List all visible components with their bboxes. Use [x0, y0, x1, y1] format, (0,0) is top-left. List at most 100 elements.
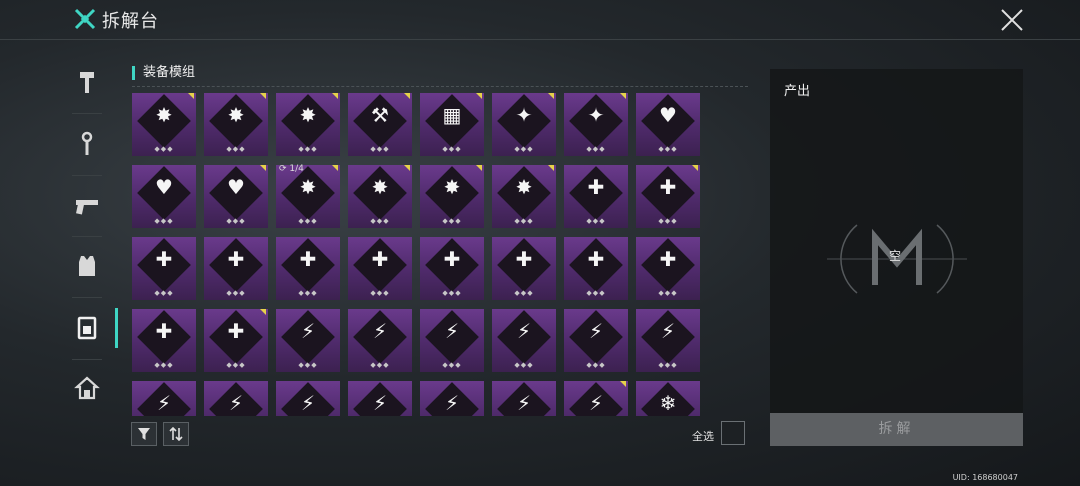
sort-button[interactable]: [163, 422, 189, 446]
filter-button[interactable]: [131, 422, 157, 446]
rank-dots: ◆◆◆: [226, 217, 246, 225]
module-slot[interactable]: ✚ ◆◆◆: [636, 165, 700, 228]
module-icon: ✸: [371, 175, 389, 199]
new-flag-icon: [188, 93, 194, 99]
empty-label: 空: [889, 249, 902, 263]
module-slot[interactable]: ✚ ◆◆◆: [564, 165, 628, 228]
module-slot[interactable]: ⚡ ◆◆◆: [564, 309, 628, 372]
module-slot[interactable]: ✸ ◆◆◆: [348, 165, 412, 228]
module-slot[interactable]: ♥ ◆◆◆: [636, 93, 700, 156]
module-slot[interactable]: ♥ ◆◆◆: [132, 165, 196, 228]
module-slot[interactable]: ⚡◆◆◆: [420, 381, 484, 416]
module-icon: ✸: [299, 175, 317, 199]
rank-dots: ◆◆◆: [658, 145, 678, 153]
module-slot[interactable]: ✸ ◆◆◆: [204, 93, 268, 156]
new-flag-icon: [404, 165, 410, 171]
module-icon: ✸: [443, 175, 461, 199]
rank-dots: ◆◆◆: [154, 289, 174, 297]
wrench-icon: [81, 131, 93, 155]
sidebar-item-modules[interactable]: [60, 298, 118, 358]
module-slot[interactable]: ⚡◆◆◆: [348, 381, 412, 416]
module-slot[interactable]: ✦ ◆◆◆: [492, 93, 556, 156]
module-slot[interactable]: ✚ ◆◆◆: [636, 237, 700, 300]
sidebar-item-vest[interactable]: [60, 236, 114, 296]
pistol-icon: [76, 200, 98, 215]
module-slot[interactable]: ✚ ◆◆◆: [276, 237, 340, 300]
rank-dots: ◆◆◆: [154, 361, 174, 369]
module-icon: ✸: [227, 103, 245, 127]
module-slot[interactable]: ✸ ◆◆◆: [132, 93, 196, 156]
rank-dots: ◆◆◆: [586, 361, 606, 369]
module-icon: ⚡: [372, 391, 388, 415]
module-slot[interactable]: ✸ ◆◆◆: [276, 93, 340, 156]
rank-dots: ◆◆◆: [226, 145, 246, 153]
category-sidebar: [60, 50, 118, 420]
module-slot[interactable]: ♥ ◆◆◆: [204, 165, 268, 228]
rank-dots: ◆◆◆: [298, 145, 318, 153]
module-slot[interactable]: ⚡◆◆◆: [492, 381, 556, 416]
module-slot[interactable]: ✚ ◆◆◆: [204, 309, 268, 372]
close-icon[interactable]: [998, 6, 1026, 34]
module-slot[interactable]: ✚ ◆◆◆: [204, 237, 268, 300]
module-icon: ⚡: [516, 391, 532, 415]
module-slot[interactable]: ⚡◆◆◆: [276, 381, 340, 416]
select-all-label: 全选: [692, 430, 714, 443]
module-grid[interactable]: ✸ ◆◆◆ ✸ ◆◆◆ ✸ ◆◆◆ ⚒ ◆◆◆ ▦ ◆◆◆ ✦ ◆◆◆ ✦ ◆◆◆ ♥ ◆◆◆ ♥ ◆◆◆ ♥ ◆◆◆…: [132, 93, 704, 416]
module-slot[interactable]: ✸ ◆◆◆: [420, 165, 484, 228]
module-slot[interactable]: ✚ ◆◆◆: [132, 237, 196, 300]
module-slot[interactable]: ✚ ◆◆◆: [348, 237, 412, 300]
module-slot[interactable]: ✦ ◆◆◆: [564, 93, 628, 156]
module-slot[interactable]: ⚡◆◆◆: [564, 381, 628, 416]
dismantle-button[interactable]: 拆解: [770, 413, 1023, 446]
module-icon: ✚: [587, 175, 605, 199]
select-all-checkbox[interactable]: [721, 421, 745, 445]
rank-dots: ◆◆◆: [298, 217, 318, 225]
module-slot[interactable]: ✚ ◆◆◆: [132, 309, 196, 372]
rank-dots: ◆◆◆: [442, 361, 462, 369]
module-slot[interactable]: ▦ ◆◆◆: [420, 93, 484, 156]
module-slot[interactable]: ⚡◆◆◆: [636, 309, 700, 372]
module-slot[interactable]: ⚡◆◆◆: [420, 309, 484, 372]
module-slot[interactable]: ⚡◆◆◆: [132, 381, 196, 416]
new-flag-icon: [476, 93, 482, 99]
module-slot[interactable]: ✚ ◆◆◆: [564, 237, 628, 300]
module-icon: ⚡: [228, 391, 244, 415]
module-icon: ✚: [227, 247, 245, 271]
module-slot[interactable]: ✸ ◆◆◆: [276, 165, 340, 228]
module-slot[interactable]: ⚡◆◆◆: [492, 309, 556, 372]
sidebar-item-home[interactable]: [60, 358, 114, 418]
rank-dots: ◆◆◆: [658, 217, 678, 225]
module-slot[interactable]: ⚡◆◆◆: [276, 309, 340, 372]
module-icon: ✸: [155, 103, 173, 127]
module-slot[interactable]: ❄◆◆◆: [636, 381, 700, 416]
module-icon: ⚡: [588, 319, 604, 343]
rank-dots: ◆◆◆: [514, 289, 534, 297]
sidebar-item-pistol[interactable]: [60, 175, 114, 235]
rank-dots: ◆◆◆: [442, 289, 462, 297]
user-id: UID: 168680047: [952, 473, 1018, 482]
rank-dots: ◆◆◆: [154, 217, 174, 225]
module-icon: ✚: [155, 247, 173, 271]
rank-dots: ◆◆◆: [154, 145, 174, 153]
cycle-counter: ⟳ 1/4: [279, 164, 304, 174]
module-slot[interactable]: ⚡◆◆◆: [348, 309, 412, 372]
module-slot[interactable]: ⚡◆◆◆: [204, 381, 268, 416]
module-icon: ✚: [587, 247, 605, 271]
module-icon: ▦: [442, 103, 462, 127]
module-slot[interactable]: ✚ ◆◆◆: [492, 237, 556, 300]
module-icon: ✚: [443, 247, 461, 271]
rank-dots: ◆◆◆: [658, 289, 678, 297]
module-icon: ✸: [299, 103, 317, 127]
module-icon: ♥: [155, 175, 173, 199]
filter-icon: [138, 428, 150, 440]
rank-dots: ◆◆◆: [370, 361, 390, 369]
module-slot[interactable]: ⚒ ◆◆◆: [348, 93, 412, 156]
new-flag-icon: [692, 165, 698, 171]
sidebar-item-wrench[interactable]: [60, 114, 114, 174]
rank-dots: ◆◆◆: [514, 145, 534, 153]
module-icon: ⚡: [156, 391, 172, 415]
module-icon: ✚: [371, 247, 389, 271]
module-slot[interactable]: ✸ ◆◆◆: [492, 165, 556, 228]
module-slot[interactable]: ✚ ◆◆◆: [420, 237, 484, 300]
sidebar-item-hammer[interactable]: [60, 52, 114, 112]
